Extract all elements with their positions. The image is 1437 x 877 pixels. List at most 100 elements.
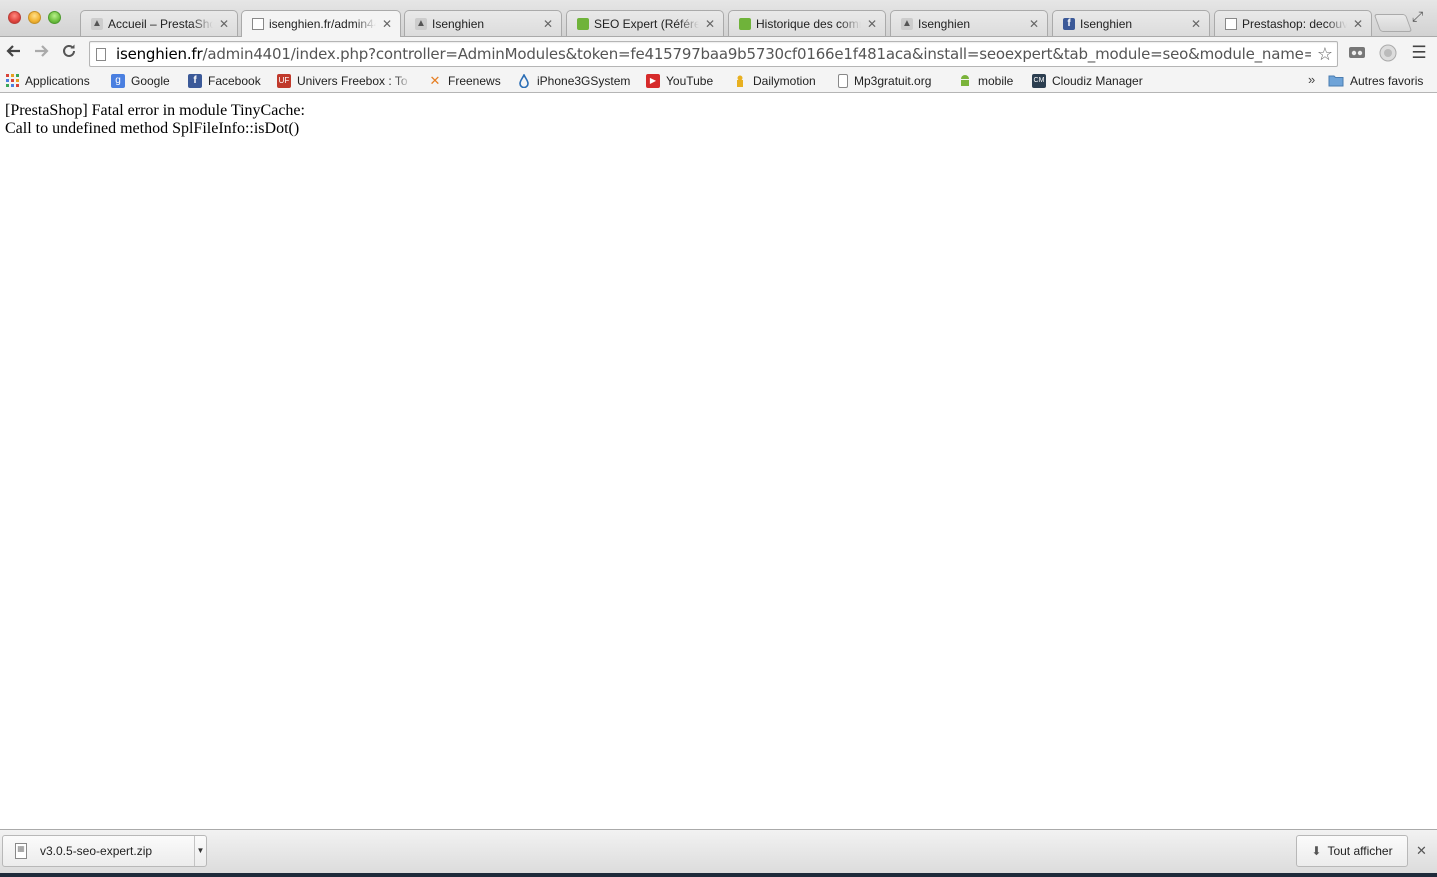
close-icon[interactable]: ✕ xyxy=(1191,17,1201,31)
url-path: /admin4401/index.php?controller=AdminMod… xyxy=(202,45,1311,63)
page-icon xyxy=(252,18,264,30)
window-close-button[interactable] xyxy=(8,11,21,24)
menu-icon[interactable]: ☰ xyxy=(1409,44,1429,62)
page-icon xyxy=(96,47,106,61)
close-icon[interactable]: ✕ xyxy=(543,17,553,31)
bookmark-freenews[interactable]: ✕ Freenews xyxy=(428,72,501,89)
window-minimize-button[interactable] xyxy=(28,11,41,24)
bookmark-dailymotion[interactable]: Dailymotion xyxy=(733,72,816,89)
close-icon[interactable]: ✕ xyxy=(705,17,715,31)
reload-icon xyxy=(63,44,75,57)
back-button[interactable] xyxy=(3,42,25,64)
error-line-1: [PrestaShop] Fatal error in module TinyC… xyxy=(5,102,305,119)
tab-prestashop-decouvrez[interactable]: Prestashop: decouvrez ✕ xyxy=(1214,10,1372,36)
close-icon[interactable]: ✕ xyxy=(382,17,392,31)
reload-button[interactable] xyxy=(58,42,80,64)
google-icon: g xyxy=(111,73,125,88)
droplet-icon xyxy=(517,73,531,88)
addons-icon xyxy=(577,17,589,30)
show-all-label: Tout afficher xyxy=(1327,844,1393,858)
bookmark-label: Dailymotion xyxy=(753,73,816,88)
freenews-icon: ✕ xyxy=(429,72,441,88)
url-text[interactable]: isenghien.fr/admin4401/index.php?control… xyxy=(116,45,1311,63)
bookmark-youtube[interactable]: ▶ YouTube xyxy=(646,72,713,89)
download-item[interactable]: ▦ v3.0.5-seo-expert.zip ▼ xyxy=(2,835,207,867)
bookmark-mp3gratuit[interactable]: Mp3gratuit.org xyxy=(838,72,931,89)
bookmark-applications[interactable]: Applications xyxy=(5,72,90,89)
extension-icon[interactable] xyxy=(1347,44,1367,62)
bookmark-label: YouTube xyxy=(666,73,714,88)
close-icon[interactable]: ✕ xyxy=(1353,17,1363,31)
bookmarks-bar: Applications g Google f Facebook UF Univ… xyxy=(0,68,1437,93)
tab-title: Accueil – PrestaShop xyxy=(108,16,213,31)
page-icon xyxy=(838,73,848,88)
tab-isenghien-1[interactable]: ▲ Isenghien ✕ xyxy=(404,10,562,36)
show-all-downloads-button[interactable]: ⬇ Tout afficher xyxy=(1296,835,1408,867)
arrow-right-icon xyxy=(35,45,49,57)
extension-globe-icon[interactable] xyxy=(1378,44,1398,62)
tab-title: isenghien.fr/admin4401 xyxy=(269,17,376,31)
cloudiz-icon: CM xyxy=(1032,73,1046,88)
tab-title: Isenghien xyxy=(432,16,485,31)
bookmark-univers-freebox[interactable]: UF Univers Freebox : To xyxy=(277,72,411,89)
page-content: [PrestaShop] Fatal error in module TinyC… xyxy=(0,94,1437,829)
facebook-icon: f xyxy=(1063,17,1075,30)
bookmark-label: Univers Freebox : To xyxy=(297,73,408,88)
page-icon xyxy=(1225,17,1237,30)
tab-admin-active[interactable]: isenghien.fr/admin4401 ✕ xyxy=(241,10,401,37)
tab-title: Isenghien xyxy=(918,16,971,31)
bookmark-label: Facebook xyxy=(208,73,261,88)
bookmark-label: Mp3gratuit.org xyxy=(854,73,932,88)
tab-strip: ▲ Accueil – PrestaShop ✕ isenghien.fr/ad… xyxy=(0,0,1437,37)
tab-historique-commandes[interactable]: Historique des commandes ✕ xyxy=(728,10,886,36)
dailymotion-icon xyxy=(733,74,747,88)
android-icon xyxy=(958,74,972,88)
prestashop-icon: ▲ xyxy=(91,17,103,30)
fullscreen-icon[interactable]: ⤢ xyxy=(1412,8,1423,25)
address-bar[interactable]: isenghien.fr/admin4401/index.php?control… xyxy=(89,41,1338,67)
new-tab-button[interactable] xyxy=(1373,14,1413,32)
bookmarks-overflow-button[interactable]: » xyxy=(1308,72,1315,87)
close-icon[interactable]: ✕ xyxy=(867,17,877,31)
download-shelf: ▦ v3.0.5-seo-expert.zip ▼ ⬇ Tout affiche… xyxy=(0,829,1437,873)
bookmark-iphone3gsystem[interactable]: iPhone3GSystem xyxy=(517,72,630,89)
download-options-button[interactable]: ▼ xyxy=(194,836,206,866)
tab-isenghien-facebook[interactable]: f Isenghien ✕ xyxy=(1052,10,1210,36)
close-shelf-icon[interactable]: ✕ xyxy=(1416,843,1427,859)
url-host: isenghien.fr xyxy=(116,45,203,63)
tab-title: Prestashop: decouvrez xyxy=(1242,16,1347,31)
tab-seo-expert[interactable]: SEO Expert (Référencement) ✕ xyxy=(566,10,724,36)
window-bottom-edge xyxy=(0,873,1437,877)
folder-icon xyxy=(1328,74,1344,88)
bookmark-label: iPhone3GSystem xyxy=(537,73,631,88)
bookmark-label: Applications xyxy=(25,73,90,88)
tab-title: Isenghien xyxy=(1080,16,1133,31)
bookmark-label: mobile xyxy=(978,73,1014,88)
univers-freebox-icon: UF xyxy=(277,73,291,88)
bookmark-facebook[interactable]: f Facebook xyxy=(188,72,261,89)
window-zoom-button[interactable] xyxy=(48,11,61,24)
close-icon[interactable]: ✕ xyxy=(1029,17,1039,31)
bookmark-label: Freenews xyxy=(448,73,501,88)
bookmark-google[interactable]: g Google xyxy=(111,72,170,89)
close-icon[interactable]: ✕ xyxy=(219,17,229,31)
browser-toolbar: isenghien.fr/admin4401/index.php?control… xyxy=(0,36,1437,68)
fatal-error-message: [PrestaShop] Fatal error in module TinyC… xyxy=(5,102,305,138)
facebook-icon: f xyxy=(188,73,202,88)
youtube-icon: ▶ xyxy=(646,73,660,88)
forward-button[interactable] xyxy=(30,42,52,64)
prestashop-icon: ▲ xyxy=(901,17,913,30)
tab-title: Historique des commandes xyxy=(756,16,861,31)
bookmark-label: Google xyxy=(131,73,170,88)
zip-file-icon: ▦ xyxy=(15,843,27,859)
bookmark-star-icon[interactable]: ☆ xyxy=(1317,44,1333,65)
tab-isenghien-2[interactable]: ▲ Isenghien ✕ xyxy=(890,10,1048,36)
bookmark-cloudiz-manager[interactable]: CM Cloudiz Manager xyxy=(1032,72,1143,89)
bookmark-other-folder[interactable]: Autres favoris xyxy=(1328,72,1423,89)
apps-grid-icon xyxy=(5,74,19,88)
error-line-2: Call to undefined method SplFileInfo::is… xyxy=(5,120,300,137)
tab-accueil-prestashop[interactable]: ▲ Accueil – PrestaShop ✕ xyxy=(80,10,238,36)
addons-icon xyxy=(739,17,751,30)
bookmark-label: Autres favoris xyxy=(1350,73,1424,88)
bookmark-mobile[interactable]: mobile xyxy=(958,72,1013,89)
